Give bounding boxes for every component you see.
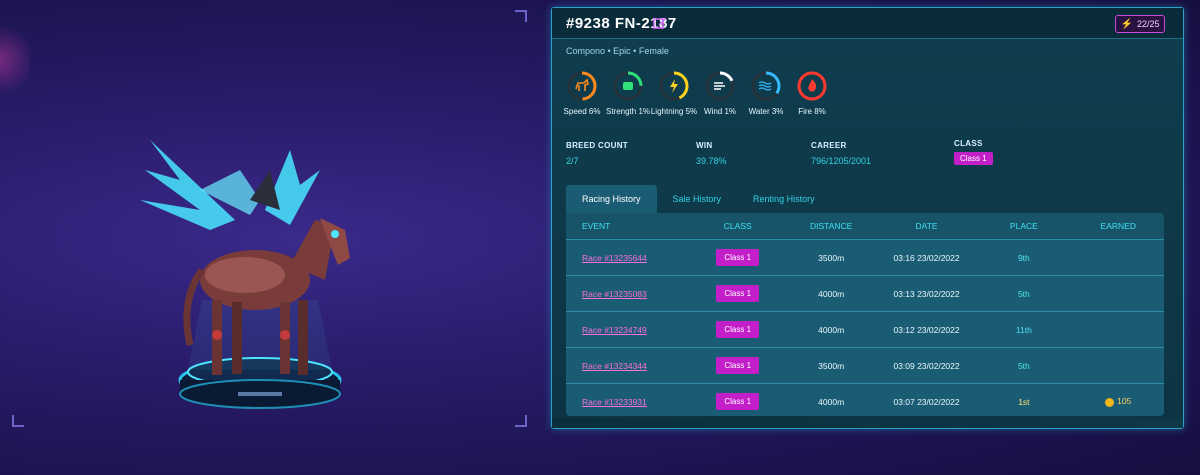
date-cell: 03:13 23/02/2022 [893, 288, 960, 299]
tab-renting-history[interactable]: Renting History [737, 185, 831, 213]
place-cell: 5th [1017, 288, 1030, 299]
stats-row: Speed 6% Strength 1% Lightning 5% Wind 1… [564, 71, 830, 116]
breed-count-value: 2/7 [566, 156, 579, 166]
class-badge: Class 1 [716, 249, 760, 266]
energy-badge: ⚡ 22/25 [1115, 15, 1165, 33]
energy-bolt-icon: ⚡ [1120, 18, 1133, 30]
earned-cell: 105 [1073, 396, 1164, 407]
career-block: CAREER 796/1205/2001 [811, 141, 871, 166]
breed-count-label: BREED COUNT [566, 141, 628, 150]
bolt-icon [659, 71, 689, 101]
earned-value: 105 [1117, 396, 1132, 407]
ambient-glow [0, 20, 30, 100]
stat-lightning-label: Lightning 5% [650, 107, 698, 116]
table-row: Race #13234344 Class 1 3500m 03:09 23/02… [566, 348, 1164, 384]
history-tabs: Racing History Sale History Renting Hist… [566, 185, 831, 213]
breed-line: Compono • Epic • Female [566, 46, 669, 56]
win-label: WIN [696, 141, 713, 150]
edit-icon[interactable] [653, 16, 667, 30]
horse-model-image [140, 140, 350, 409]
date-cell: 03:16 23/02/2022 [893, 252, 960, 263]
tab-sale-history[interactable]: Sale History [657, 185, 738, 213]
career-label: CAREER [811, 141, 847, 150]
stat-lightning: Lightning 5% [651, 71, 697, 116]
table-header: EVENT CLASS DISTANCE DATE PLACE EARNED [566, 213, 1164, 240]
date-cell: 03:12 23/02/2022 [893, 324, 960, 335]
career-value: 796/1205/2001 [811, 156, 872, 166]
stat-wind: Wind 1% [702, 71, 738, 116]
win-value: 39.78% [696, 156, 727, 166]
table-row: Race #13235083 Class 1 4000m 03:13 23/02… [566, 276, 1164, 312]
viewer-corner-br [515, 415, 527, 427]
fist-icon [613, 71, 643, 101]
place-cell: 5th [1017, 360, 1030, 371]
header-earned: EARNED [1100, 221, 1136, 231]
stat-strength: Strength 1% [606, 71, 650, 116]
win-block: WIN 39.78% [696, 141, 727, 166]
place-cell: 9th [1017, 252, 1030, 263]
fire-icon [797, 71, 827, 101]
stat-water: Water 3% [748, 71, 784, 116]
event-link[interactable]: Race #13234344 [582, 361, 647, 371]
distance-cell: 3500m [818, 360, 845, 371]
header-event: EVENT [582, 221, 611, 231]
event-link[interactable]: Race #13234749 [582, 325, 647, 335]
event-link[interactable]: Race #13235644 [582, 253, 647, 263]
place-cell: 11th [1015, 324, 1032, 335]
event-link[interactable]: Race #13233931 [582, 397, 647, 407]
class-badge: Class 1 [716, 321, 760, 338]
class-badge: Class 1 [716, 357, 760, 374]
stat-fire-label: Fire 8% [798, 107, 826, 116]
class-badge: Class 1 [716, 285, 760, 302]
wind-icon [705, 71, 735, 101]
energy-value: 22/25 [1136, 19, 1160, 29]
horse-detail-panel: #9238 FN-2187 ⚡ 22/25 Compono • Epic • F… [551, 7, 1184, 429]
viewer-corner-bl [12, 415, 24, 427]
distance-cell: 4000m [818, 288, 845, 299]
class-badge: Class 1 [716, 393, 760, 410]
header-class: CLASS [723, 221, 752, 231]
breed-count-block: BREED COUNT 2/7 [566, 141, 628, 166]
panel-header: #9238 FN-2187 ⚡ 22/25 [552, 8, 1183, 39]
viewer-corner-tr [515, 10, 527, 22]
distance-cell: 4000m [818, 324, 845, 335]
horse-viewer[interactable] [0, 0, 540, 475]
stat-strength-label: Strength 1% [605, 107, 651, 116]
table-row: Race #13233931 Class 1 4000m 03:07 23/02… [566, 384, 1164, 416]
horse-icon [567, 71, 597, 101]
table-row: Race #13235644 Class 1 3500m 03:16 23/02… [566, 240, 1164, 276]
stat-fire: Fire 8% [794, 71, 830, 116]
table-row: Race #13234749 Class 1 4000m 03:12 23/02… [566, 312, 1164, 348]
stat-speed: Speed 6% [564, 71, 600, 116]
stat-wind-label: Wind 1% [703, 107, 737, 116]
date-cell: 03:07 23/02/2022 [893, 396, 960, 407]
event-link[interactable]: Race #13235083 [582, 289, 647, 299]
coin-icon [1105, 397, 1115, 407]
distance-cell: 3500m [818, 252, 845, 263]
water-icon [751, 71, 781, 101]
date-cell: 03:09 23/02/2022 [893, 360, 960, 371]
header-date: DATE [915, 221, 938, 231]
header-distance: DISTANCE [809, 221, 853, 231]
stat-speed-label: Speed 6% [563, 107, 601, 116]
racing-history-table: EVENT CLASS DISTANCE DATE PLACE EARNED R… [566, 213, 1164, 416]
class-label: CLASS [954, 139, 983, 148]
header-place: PLACE [1009, 221, 1038, 231]
stat-water-label: Water 3% [748, 107, 784, 116]
class-block: CLASS Class 1 [954, 139, 993, 165]
distance-cell: 4000m [818, 396, 845, 407]
panel-footer [552, 418, 1183, 428]
tab-racing-history[interactable]: Racing History [566, 185, 657, 213]
place-cell: 1st [1018, 396, 1030, 407]
class-badge: Class 1 [954, 152, 993, 165]
